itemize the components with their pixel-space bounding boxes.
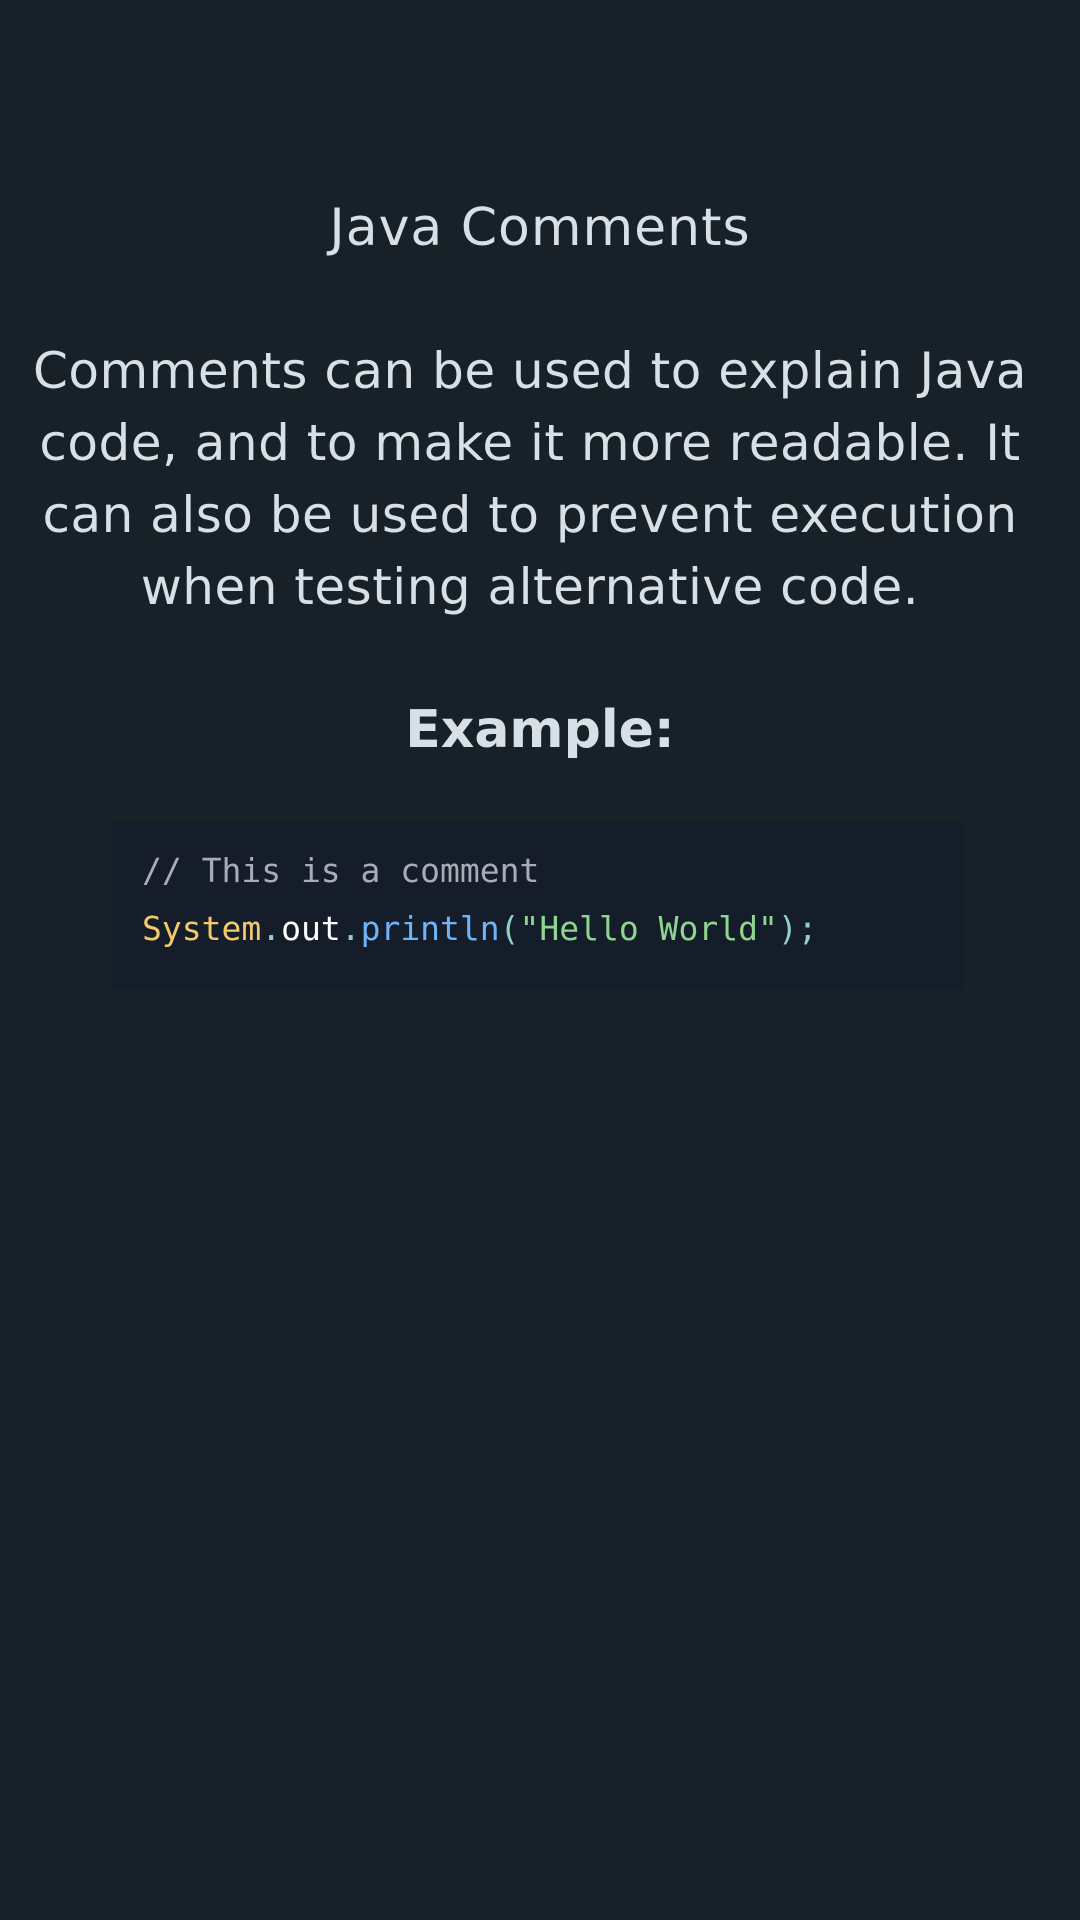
page: Java Comments Comments can be used to ex… (0, 0, 1080, 1920)
code-token-dot: . (340, 909, 361, 948)
code-token-open-paren: ( (499, 909, 520, 948)
code-token-method: println (360, 909, 500, 948)
code-token-dot: . (261, 909, 282, 948)
code-token-class: System (142, 909, 262, 948)
code-token-close: ); (777, 909, 818, 948)
code-token-field: out (281, 909, 341, 948)
code-block: // This is a comment System.out.println(… (112, 822, 964, 990)
code-comment-line: // This is a comment (142, 851, 540, 890)
code-token-string: "Hello World" (519, 909, 778, 948)
example-heading: Example: (405, 700, 675, 760)
description-text: Comments can be used to explain Java cod… (32, 342, 1028, 616)
page-title: Java Comments (329, 198, 751, 258)
code-statement-line: System.out.println("Hello World"); (142, 900, 934, 958)
